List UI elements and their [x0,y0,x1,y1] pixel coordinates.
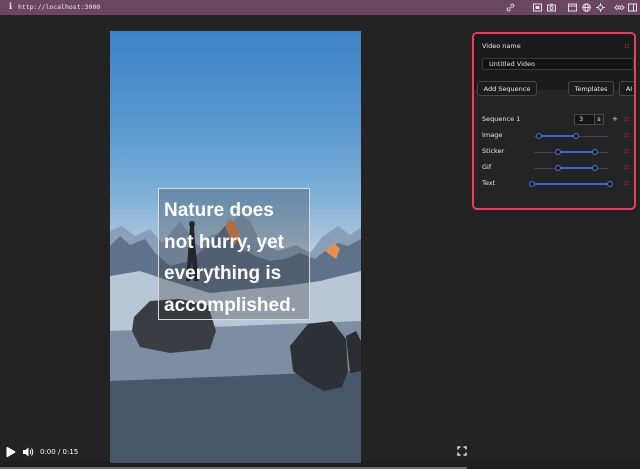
track-label-image: Image [482,131,503,139]
globe-icon[interactable] [581,2,592,13]
track-label-gif: Gif [482,163,492,171]
slider-range [556,167,594,169]
track-range-slider-sticker[interactable] [534,148,609,156]
time-display: 0:00 / 0:15 [40,448,79,456]
drag-handle-icon[interactable]: :: [624,115,630,124]
add-sequence-button[interactable]: Add Sequence [477,81,537,96]
templates-button[interactable]: Templates [568,81,614,96]
drag-handle-icon[interactable]: :: [624,42,630,51]
slider-start-handle[interactable] [554,165,561,171]
screenshot-icon[interactable] [532,2,543,13]
ai-button[interactable]: AI [619,81,634,96]
url-bar[interactable]: http://localhost:3000 [18,2,100,13]
volume-icon[interactable] [22,446,34,458]
editor-panel: Video name :: Untitled Video Add Sequenc… [472,32,636,210]
sequence-duration-input[interactable]: 3 [574,114,596,125]
drag-handle-icon[interactable]: :: [624,147,630,156]
slider-range [531,183,609,185]
play-icon[interactable] [5,446,16,458]
slider-range [537,135,576,137]
camera-icon[interactable] [546,2,557,13]
slider-start-handle[interactable] [529,181,535,187]
browser-toolbar: ℹ http://localhost:3000 [0,0,640,15]
settings-icon[interactable] [595,2,606,13]
slider-start-handle[interactable] [535,133,542,139]
slider-end-handle[interactable] [592,165,598,171]
track-range-slider-text[interactable] [529,180,613,188]
sequence-label: Sequence 1 [482,115,521,123]
fullscreen-icon[interactable] [457,446,467,456]
slider-end-handle[interactable] [606,181,613,187]
window-icon[interactable] [567,2,578,13]
video-preview[interactable]: Nature does not hurry, yet everything is… [110,31,361,463]
sidebar-icon[interactable] [627,2,638,13]
drag-handle-icon[interactable]: :: [624,163,630,172]
editor-canvas: Nature does not hurry, yet everything is… [0,15,640,469]
track-label-sticker: Sticker [482,147,505,155]
duration-unit[interactable]: s [594,114,604,125]
caption-box[interactable]: Nature does not hurry, yet everything is… [158,188,310,320]
code-icon[interactable] [614,2,625,13]
info-icon[interactable]: ℹ [6,2,15,13]
video-name-label: Video name [482,42,521,50]
slider-end-handle[interactable] [573,133,580,139]
player-controls: 0:00 / 0:15 [0,442,470,462]
slider-end-handle[interactable] [592,149,598,155]
track-range-slider-image[interactable] [534,132,609,140]
track-range-slider-gif[interactable] [534,164,609,172]
slider-start-handle[interactable] [554,149,561,155]
drag-handle-icon[interactable]: :: [624,179,630,188]
add-track-button[interactable]: + [612,114,618,125]
slider-range [556,151,594,153]
track-label-text: Text [482,179,496,187]
drag-handle-icon[interactable]: :: [624,131,630,140]
caption-text: Nature does not hurry, yet everything is… [164,200,296,316]
video-name-input[interactable]: Untitled Video [482,58,634,70]
link-icon[interactable] [505,2,516,13]
